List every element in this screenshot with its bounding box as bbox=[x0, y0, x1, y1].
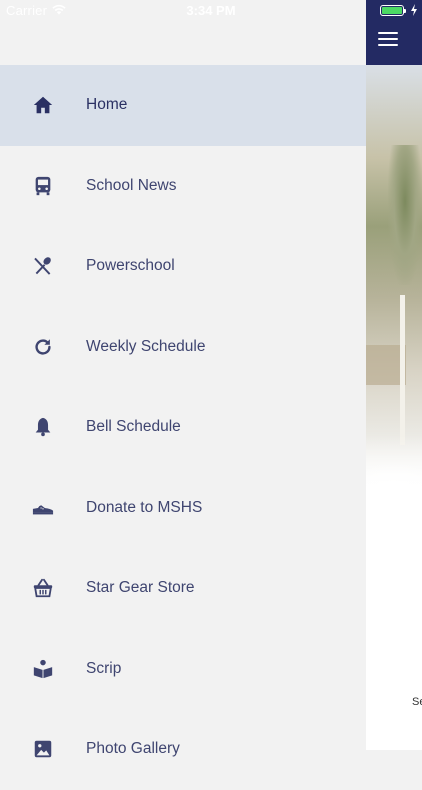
menu-item-scrip[interactable]: Scrip bbox=[0, 629, 366, 710]
menu-item-label: Powerschool bbox=[86, 257, 175, 275]
menu-item-home[interactable]: Home bbox=[0, 65, 366, 146]
utensils-icon bbox=[30, 253, 56, 279]
bus-icon bbox=[30, 173, 56, 199]
app-content: Se bbox=[366, 0, 422, 750]
menu-item-label: Scrip bbox=[86, 659, 122, 677]
partial-text: Se bbox=[412, 696, 422, 708]
drawer-menu: Home School News Powerschool Weekly Sche… bbox=[0, 65, 366, 790]
menu-item-label: Star Gear Store bbox=[86, 579, 195, 597]
menu-item-school-news[interactable]: School News bbox=[0, 146, 366, 227]
menu-item-donate[interactable]: Donate to MSHS bbox=[0, 468, 366, 549]
shoe-icon bbox=[30, 495, 56, 521]
refresh-icon bbox=[30, 334, 56, 360]
status-time: 3:34 PM bbox=[186, 3, 236, 18]
status-bar: Carrier 3:34 PM bbox=[0, 0, 422, 20]
menu-item-label: Weekly Schedule bbox=[86, 337, 206, 355]
image-icon bbox=[30, 736, 56, 762]
menu-item-label: School News bbox=[86, 176, 177, 194]
hero-image bbox=[366, 65, 422, 495]
side-drawer: Home School News Powerschool Weekly Sche… bbox=[0, 0, 366, 758]
hamburger-menu-icon[interactable] bbox=[378, 32, 398, 47]
menu-item-weekly-schedule[interactable]: Weekly Schedule bbox=[0, 307, 366, 388]
menu-item-label: Home bbox=[86, 96, 128, 114]
menu-item-label: Bell Schedule bbox=[86, 418, 181, 436]
bell-icon bbox=[30, 414, 56, 440]
menu-item-star-gear-store[interactable]: Star Gear Store bbox=[0, 548, 366, 629]
battery-icon bbox=[380, 5, 406, 16]
menu-item-photo-gallery[interactable]: Photo Gallery bbox=[0, 709, 366, 790]
home-icon bbox=[30, 92, 56, 118]
menu-item-powerschool[interactable]: Powerschool bbox=[0, 226, 366, 307]
basket-icon bbox=[30, 575, 56, 601]
menu-item-label: Donate to MSHS bbox=[86, 498, 203, 516]
menu-item-bell-schedule[interactable]: Bell Schedule bbox=[0, 387, 366, 468]
book-reader-icon bbox=[30, 656, 56, 682]
menu-item-label: Photo Gallery bbox=[86, 740, 180, 758]
charging-bolt-icon bbox=[411, 4, 417, 16]
